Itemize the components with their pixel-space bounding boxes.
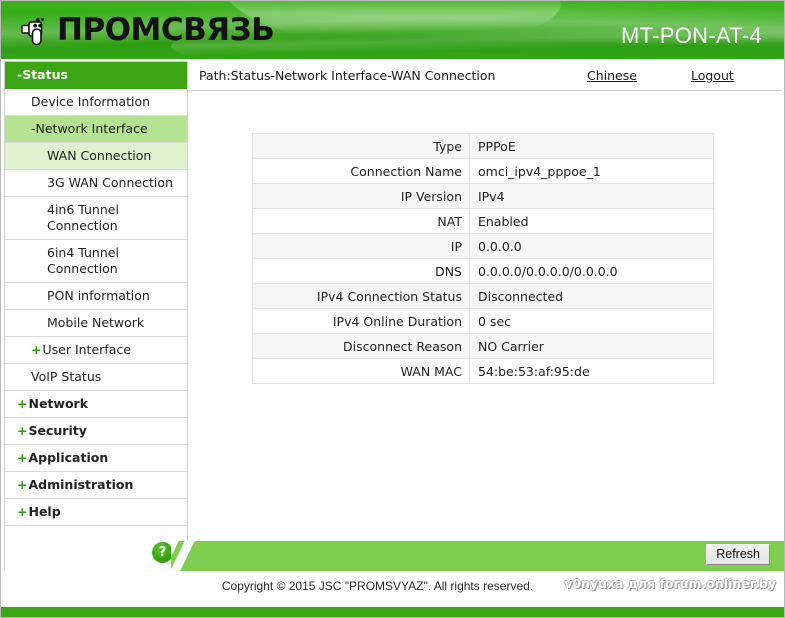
sidebar-item-label: 3G WAN Connection bbox=[47, 175, 173, 190]
page-footer: Refresh Copyright © 2015 JSC "PROMSVYAZ"… bbox=[1, 541, 784, 617]
expand-plus-icon: + bbox=[17, 504, 28, 519]
table-cell-key: NAT bbox=[252, 208, 470, 234]
expand-plus-icon: + bbox=[17, 477, 28, 492]
expand-plus-icon: + bbox=[17, 450, 28, 465]
sidebar-item-application[interactable]: +Application bbox=[5, 445, 187, 472]
table-cell-key: IPv4 Online Duration bbox=[252, 308, 470, 334]
sidebar-item-security[interactable]: +Security bbox=[5, 418, 187, 445]
expand-plus-icon: + bbox=[17, 423, 28, 438]
footer-action-bar: Refresh bbox=[171, 541, 784, 571]
table-cell-value: omci_ipv4_pppoe_1 bbox=[469, 158, 714, 184]
sidebar-item-label: User Interface bbox=[42, 342, 131, 357]
table-cell-value: NO Carrier bbox=[469, 333, 714, 359]
table-cell-key: Connection Name bbox=[252, 158, 470, 184]
table-cell-key: Type bbox=[252, 133, 470, 159]
language-link-chinese[interactable]: Chinese bbox=[587, 68, 637, 83]
table-row: Type PPPoE bbox=[252, 133, 714, 159]
table-row: Disconnect Reason NO Carrier bbox=[252, 333, 714, 359]
sidebar-item-label: Mobile Network bbox=[47, 315, 145, 330]
breadcrumb-bar: Path:Status-Network Interface-WAN Connec… bbox=[191, 61, 782, 91]
expand-plus-icon: + bbox=[31, 342, 42, 357]
table-cell-key: IP bbox=[252, 233, 470, 259]
table-cell-value: 0 sec bbox=[469, 308, 714, 334]
table-cell-key: Disconnect Reason bbox=[252, 333, 470, 359]
plug-connector-icon bbox=[21, 13, 55, 47]
sidebar-item-label: WAN Connection bbox=[47, 148, 152, 163]
sidebar-item-wan-connection[interactable]: WAN Connection bbox=[5, 143, 187, 170]
logout-link[interactable]: Logout bbox=[691, 68, 734, 83]
sidebar-item-network-interface[interactable]: -Network Interface bbox=[5, 116, 187, 143]
table-cell-value: 0.0.0.0/0.0.0.0/0.0.0.0 bbox=[469, 258, 714, 284]
sidebar-item-network[interactable]: +Network bbox=[5, 391, 187, 418]
sidebar-item-label: Application bbox=[28, 450, 109, 465]
sidebar-item-pon-information[interactable]: PON information bbox=[5, 283, 187, 310]
sidebar-item-label: Device Information bbox=[31, 94, 151, 109]
table-row: NAT Enabled bbox=[252, 208, 714, 234]
table-cell-value: Enabled bbox=[469, 208, 714, 234]
sidebar-item-label: 6in4 Tunnel Connection bbox=[47, 245, 119, 276]
table-row: IPv4 Online Duration 0 sec bbox=[252, 308, 714, 334]
sidebar-item-label: Administration bbox=[28, 477, 134, 492]
router-admin-page: ПРОМСВЯЗЬ MT-PON-AT-4 -Status Device Info… bbox=[0, 0, 785, 618]
brand-name: ПРОМСВЯЗЬ bbox=[57, 12, 275, 48]
sidebar-item-list: -Status Device Information -Network Interf… bbox=[5, 62, 187, 526]
sidebar-item-status[interactable]: -Status bbox=[5, 62, 187, 89]
device-model: MT-PON-AT-4 bbox=[620, 23, 762, 48]
sidebar-item-user-interface[interactable]: +User Interface bbox=[5, 337, 187, 364]
breadcrumb: Path:Status-Network Interface-WAN Connec… bbox=[199, 68, 496, 83]
table-row: IP 0.0.0.0 bbox=[252, 233, 714, 259]
table-cell-key: IP Version bbox=[252, 183, 470, 209]
sidebar-item-6in4-tunnel-connection[interactable]: 6in4 Tunnel Connection bbox=[5, 240, 187, 283]
copyright-row: Copyright © 2015 JSC "PROMSVYAZ". All ri… bbox=[1, 571, 784, 601]
sidebar-item-device-information[interactable]: Device Information bbox=[5, 89, 187, 116]
footer-green-line bbox=[1, 607, 784, 617]
refresh-button[interactable]: Refresh bbox=[706, 544, 770, 565]
watermark-text: v0nyuxa для forum.onliner.by bbox=[564, 576, 776, 591]
table-cell-value: IPv4 bbox=[469, 183, 714, 209]
table-cell-value: 0.0.0.0 bbox=[469, 233, 714, 259]
wan-connection-info-table: Type PPPoE Connection Name omci_ipv4_pppoe_… bbox=[252, 133, 714, 384]
sidebar-item-label: Security bbox=[28, 423, 87, 438]
sidebar-nav: -Status Device Information -Network Interf… bbox=[4, 61, 188, 583]
table-cell-value: Disconnected bbox=[469, 283, 714, 309]
sidebar-item-label: 4in6 Tunnel Connection bbox=[47, 202, 119, 233]
brand-logo: ПРОМСВЯЗЬ bbox=[21, 9, 275, 51]
sidebar-item-voip-status[interactable]: VoIP Status bbox=[5, 364, 187, 391]
sidebar-item-label: Network bbox=[28, 396, 89, 411]
sidebar-item-label: VoIP Status bbox=[31, 369, 102, 384]
table-cell-key: DNS bbox=[252, 258, 470, 284]
table-row: WAN MAC 54:be:53:af:95:de bbox=[252, 358, 714, 384]
table-row: IPv4 Connection Status Disconnected bbox=[252, 283, 714, 309]
body-area: -Status Device Information -Network Interf… bbox=[1, 59, 784, 583]
sidebar-item-label: -Network Interface bbox=[31, 121, 148, 136]
content-panel: Path:Status-Network Interface-WAN Connec… bbox=[191, 61, 782, 539]
sidebar-item-administration[interactable]: +Administration bbox=[5, 472, 187, 499]
sidebar-item-label: -Status bbox=[17, 67, 68, 82]
sidebar-item-label: Help bbox=[28, 504, 61, 519]
table-row: Connection Name omci_ipv4_pppoe_1 bbox=[252, 158, 714, 184]
table-cell-key: WAN MAC bbox=[252, 358, 470, 384]
sidebar-item-3g-wan-connection[interactable]: 3G WAN Connection bbox=[5, 170, 187, 197]
sidebar-item-help[interactable]: +Help bbox=[5, 499, 187, 526]
page-header: ПРОМСВЯЗЬ MT-PON-AT-4 bbox=[1, 1, 784, 59]
table-row: DNS 0.0.0.0/0.0.0.0/0.0.0.0 bbox=[252, 258, 714, 284]
table-cell-value: 54:be:53:af:95:de bbox=[469, 358, 714, 384]
table-cell-key: IPv4 Connection Status bbox=[252, 283, 470, 309]
expand-plus-icon: + bbox=[17, 396, 28, 411]
table-cell-value: PPPoE bbox=[469, 133, 714, 159]
sidebar-item-label: PON information bbox=[47, 288, 150, 303]
sidebar-item-4in6-tunnel-connection[interactable]: 4in6 Tunnel Connection bbox=[5, 197, 187, 240]
table-row: IP Version IPv4 bbox=[252, 183, 714, 209]
sidebar-item-mobile-network[interactable]: Mobile Network bbox=[5, 310, 187, 337]
